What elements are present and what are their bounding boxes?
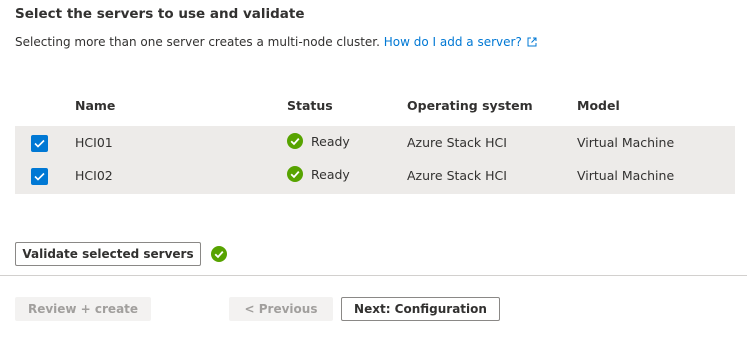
server-name: HCI02 — [75, 168, 113, 183]
footer-divider — [0, 275, 747, 276]
server-name: HCI01 — [75, 135, 113, 150]
page-title: Select the servers to use and validate — [15, 6, 305, 22]
row-checkbox[interactable] — [31, 168, 48, 185]
validation-success-icon — [211, 246, 227, 262]
os-value: Azure Stack HCI — [407, 135, 507, 150]
table-row[interactable]: HCI02 Ready Azure Stack HCI Virtual Mach… — [15, 159, 735, 192]
description-text: Selecting more than one server creates a… — [15, 35, 380, 49]
help-link[interactable]: How do I add a server? — [384, 35, 537, 49]
checkmark-icon — [34, 172, 45, 181]
status-cell: Ready — [287, 133, 350, 149]
column-header-status[interactable]: Status — [287, 98, 333, 113]
next-configuration-button[interactable]: Next: Configuration — [341, 297, 500, 321]
column-header-os[interactable]: Operating system — [407, 98, 533, 113]
checkmark-icon — [34, 139, 45, 148]
model-value: Virtual Machine — [577, 168, 675, 183]
success-check-icon — [287, 133, 303, 149]
os-value: Azure Stack HCI — [407, 168, 507, 183]
review-create-button[interactable]: Review + create — [15, 297, 151, 321]
row-checkbox[interactable] — [31, 135, 48, 152]
table-row[interactable]: HCI01 Ready Azure Stack HCI Virtual Mach… — [15, 126, 735, 159]
servers-table: Name Status Operating system Model HCI01… — [15, 93, 735, 194]
table-header: Name Status Operating system Model — [15, 93, 735, 126]
model-value: Virtual Machine — [577, 135, 675, 150]
external-link-icon — [527, 37, 537, 46]
validate-servers-button[interactable]: Validate selected servers — [15, 242, 201, 266]
page-description: Selecting more than one server creates a… — [15, 35, 537, 49]
table-body: HCI01 Ready Azure Stack HCI Virtual Mach… — [15, 126, 735, 194]
column-header-name[interactable]: Name — [75, 98, 115, 113]
column-header-model[interactable]: Model — [577, 98, 620, 113]
status-cell: Ready — [287, 166, 350, 182]
status-text: Ready — [311, 133, 350, 149]
success-check-icon — [287, 166, 303, 182]
help-link-label: How do I add a server? — [383, 35, 522, 49]
status-text: Ready — [311, 166, 350, 182]
previous-button[interactable]: < Previous — [229, 297, 333, 321]
